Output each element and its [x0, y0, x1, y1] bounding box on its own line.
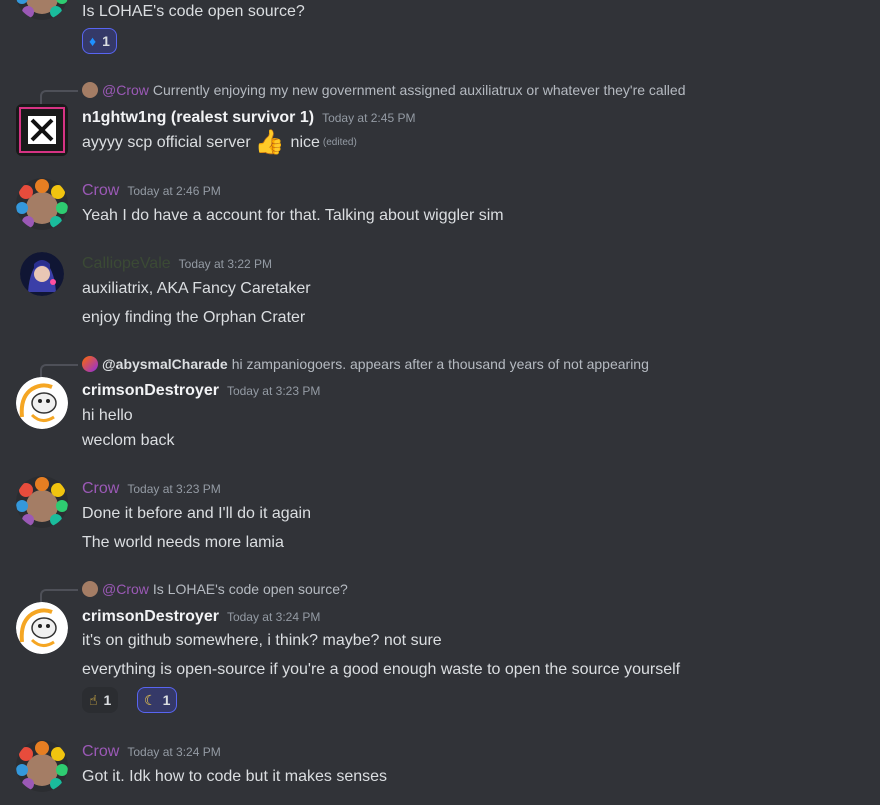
timestamp: Today at 3:24 PM: [127, 745, 221, 759]
timestamp: Today at 3:24 PM: [226, 610, 321, 624]
message-header: Crow Today at 2:46 PM: [82, 180, 221, 202]
reply-mention[interactable]: @Crow: [102, 81, 149, 99]
diamond-icon: ♦: [89, 33, 97, 49]
message-text: it's on github somewhere, i think? maybe…: [82, 632, 442, 649]
reply-preview[interactable]: @Crow Currently enjoying my new governme…: [82, 81, 686, 99]
message-text-part: nice: [290, 134, 320, 151]
reply-preview[interactable]: @Crow Is LOHAE's code open source?: [82, 580, 348, 598]
moon-icon: ☾: [144, 691, 157, 708]
reply-text: hi zampaniogoers. appears after a thousa…: [231, 356, 649, 372]
reply-username[interactable]: @abysmalCharade: [102, 355, 228, 373]
timestamp: Today at 3:22 PM: [178, 257, 273, 271]
crow-avatar-icon[interactable]: [16, 0, 68, 20]
reaction-count: 1: [162, 692, 171, 708]
message-text: weclom back: [82, 432, 175, 449]
n1ghtw1ng-avatar-icon[interactable]: [16, 104, 68, 156]
message-text: The world needs more lamia: [82, 534, 284, 551]
message-text: ayyyy scp official server 👍 nice (edited…: [82, 131, 357, 155]
timestamp: Today at 2:46 PM: [127, 184, 221, 198]
abysmal-mini-avatar-icon: [82, 356, 98, 372]
pointing-up-icon: ☝: [89, 691, 98, 708]
username[interactable]: Crow: [82, 743, 119, 760]
message-header: crimsonDestroyer Today at 3:24 PM: [82, 606, 320, 628]
thumbs-up-icon: 👍: [254, 129, 285, 156]
crow-avatar-icon[interactable]: [16, 178, 68, 230]
reply-text: Is LOHAE's code open source?: [152, 581, 348, 597]
message-text: auxiliatrix, AKA Fancy Caretaker: [82, 280, 311, 297]
reply-connector: [40, 589, 78, 603]
crimson-avatar-icon[interactable]: [16, 602, 68, 654]
message-text: everything is open-source if you're a go…: [82, 661, 681, 678]
message-text: Yeah I do have a account for that. Talki…: [82, 207, 504, 224]
crow-avatar-icon[interactable]: [16, 740, 68, 792]
crow-mini-avatar-icon: [82, 581, 98, 597]
reaction-count: 1: [102, 33, 110, 49]
message-text: enjoy finding the Orphan Crater: [82, 309, 306, 326]
reply-connector: [40, 90, 78, 104]
timestamp: Today at 3:23 PM: [226, 384, 321, 398]
message-text-part: ayyyy scp official server: [82, 134, 251, 151]
message-header: Crow Today at 3:24 PM: [82, 741, 221, 763]
username[interactable]: Crow: [82, 480, 119, 497]
reply-connector: [40, 364, 78, 378]
reaction-button[interactable]: ♦ 1: [82, 28, 117, 54]
reaction-button[interactable]: ☝ 1: [82, 687, 119, 713]
username[interactable]: crimsonDestroyer: [82, 608, 219, 625]
crow-avatar-icon[interactable]: [16, 476, 68, 528]
crow-mini-avatar-icon: [82, 82, 98, 98]
reply-preview[interactable]: @abysmalCharade hi zampaniogoers. appear…: [82, 355, 649, 373]
edited-label: (edited): [322, 137, 357, 148]
message-text: Done it before and I'll do it again: [82, 505, 311, 522]
username[interactable]: crimsonDestroyer: [82, 382, 219, 399]
username[interactable]: CalliopeVale: [82, 255, 171, 272]
message-header: Crow Today at 3:23 PM: [82, 478, 221, 500]
username[interactable]: n1ghtw1ng (realest survivor 1): [82, 109, 314, 126]
timestamp: Today at 3:23 PM: [127, 482, 221, 496]
message-text: Got it. Idk how to code but it makes sen…: [82, 768, 388, 785]
message-text: hi hello: [82, 407, 133, 424]
reply-text: Currently enjoying my new government ass…: [152, 82, 686, 98]
message-header: crimsonDestroyer Today at 3:23 PM: [82, 380, 320, 402]
reaction-count: 1: [103, 692, 112, 708]
message-text: Is LOHAE's code open source?: [82, 3, 305, 20]
message-header: n1ghtw1ng (realest survivor 1) Today at 2…: [82, 107, 415, 129]
username[interactable]: Crow: [82, 182, 119, 199]
message-header: CalliopeVale Today at 3:22 PM: [82, 253, 272, 275]
calliope-avatar-icon[interactable]: [20, 252, 64, 296]
timestamp: Today at 2:45 PM: [322, 111, 416, 125]
reaction-button[interactable]: ☾ 1: [137, 687, 178, 713]
crimson-avatar-icon[interactable]: [16, 377, 68, 429]
reply-mention[interactable]: @Crow: [102, 580, 149, 598]
